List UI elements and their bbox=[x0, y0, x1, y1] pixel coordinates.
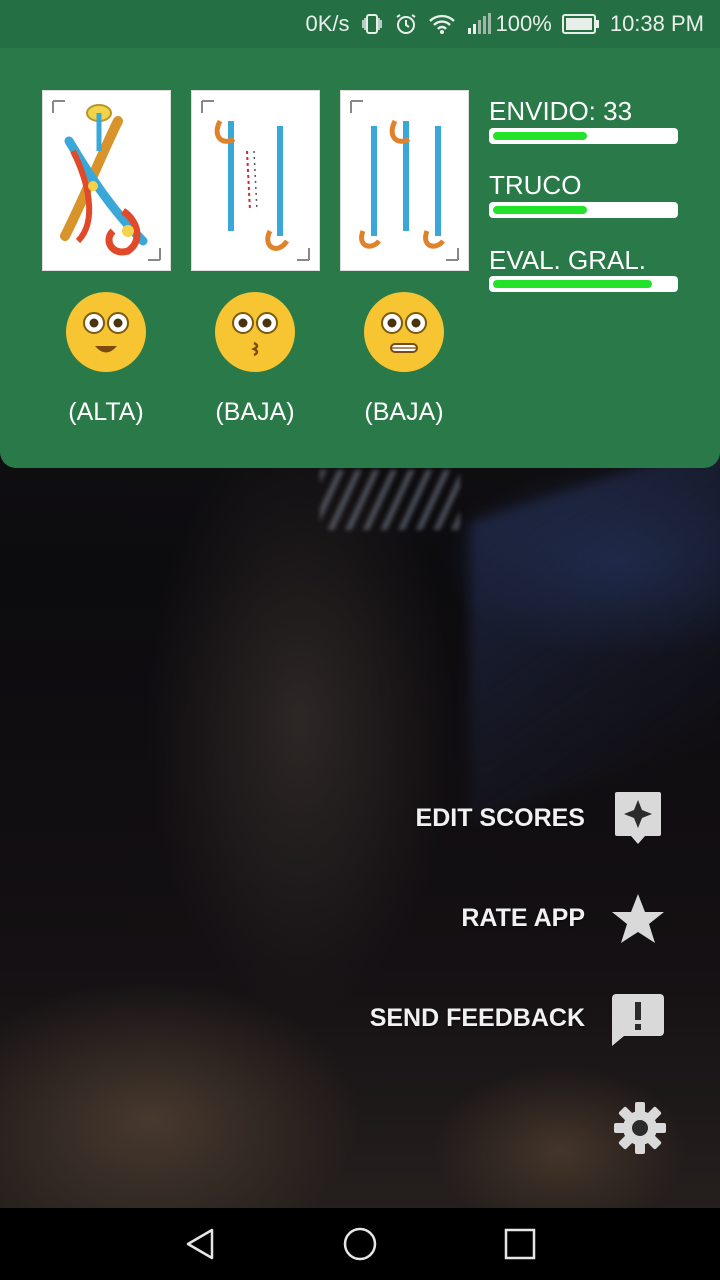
battery-percent: 100% bbox=[495, 11, 552, 36]
envido-bar-fill bbox=[493, 132, 587, 140]
hand-label-3: (BAJA) bbox=[364, 398, 444, 426]
general-eval-bar-fill bbox=[493, 280, 652, 288]
smiling-face-icon bbox=[65, 291, 147, 373]
hand-label-1: (ALTA) bbox=[68, 398, 144, 426]
card-espadas-3[interactable] bbox=[340, 90, 469, 271]
card-espadas-2[interactable] bbox=[191, 90, 320, 271]
back-icon[interactable] bbox=[182, 1226, 218, 1267]
envido-bar bbox=[489, 128, 678, 144]
recents-icon[interactable] bbox=[502, 1226, 538, 1267]
general-eval-bar bbox=[489, 276, 678, 292]
truco-bar-fill bbox=[493, 206, 587, 214]
truco-label: TRUCO bbox=[489, 170, 582, 200]
vibrate-icon bbox=[360, 12, 384, 36]
edit-scores-label[interactable]: EDIT SCORES bbox=[416, 804, 585, 833]
send-feedback-label[interactable]: SEND FEEDBACK bbox=[370, 1004, 585, 1033]
settings-icon[interactable] bbox=[612, 1100, 668, 1161]
signal-icon bbox=[466, 12, 492, 36]
edit-scores-icon[interactable] bbox=[613, 790, 663, 851]
general-eval-label: EVAL. GRAL. bbox=[489, 245, 647, 275]
alarm-icon bbox=[394, 12, 418, 36]
status-bar: 0K/s 100% 10:38 PM bbox=[0, 0, 720, 48]
hand-label-2: (BAJA) bbox=[215, 398, 295, 426]
net-speed: 0K/s bbox=[305, 11, 350, 36]
hand-evaluation-panel: (ALTA) (BAJA) (BAJA) ENVIDO: 33 TRUCO EV… bbox=[0, 48, 720, 468]
envido-label: ENVIDO: 33 bbox=[489, 96, 633, 126]
feedback-icon[interactable] bbox=[610, 992, 666, 1051]
kissing-face-icon bbox=[214, 291, 296, 373]
battery-icon bbox=[561, 13, 600, 35]
truco-bar bbox=[489, 202, 678, 218]
clock: 10:38 PM bbox=[609, 11, 704, 36]
home-icon[interactable] bbox=[342, 1226, 378, 1267]
navigation-bar bbox=[0, 1208, 720, 1280]
grimacing-face-icon bbox=[363, 291, 445, 373]
rate-app-label[interactable]: RATE APP bbox=[461, 904, 585, 933]
wifi-icon bbox=[428, 12, 456, 36]
card-espadas-figure[interactable] bbox=[42, 90, 171, 271]
star-icon[interactable] bbox=[610, 892, 666, 951]
